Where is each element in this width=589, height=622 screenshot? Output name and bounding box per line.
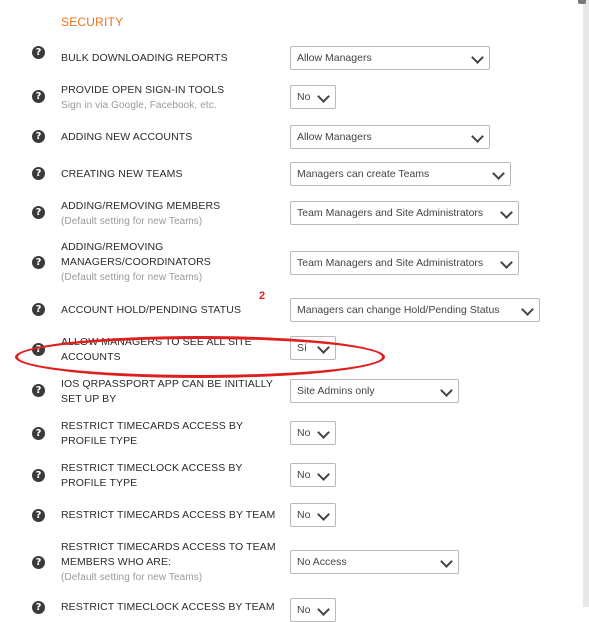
open-sign-in-select[interactable]: No [290,85,336,109]
help-icon[interactable]: ? [32,343,45,356]
ios-setup-select[interactable]: Site Admins only [290,379,459,403]
setting-sublabel: (Default setting for new Teams) [61,216,203,227]
help-icon[interactable]: ? [32,556,45,569]
help-icon[interactable]: ? [32,46,45,59]
see-all-accounts-select[interactable]: Sí [290,336,336,360]
help-icon[interactable]: ? [32,130,45,143]
hold-pending-select[interactable]: Managers can change Hold/Pending Status [290,298,540,322]
creating-teams-select[interactable]: Managers can create Teams [290,162,511,186]
chevron-down-icon [500,206,513,219]
help-icon[interactable]: ? [32,509,45,522]
setting-label: RESTRICT TIMECLOCK ACCESS BY PROFILE TYP… [61,462,243,489]
adding-accounts-select[interactable]: Allow Managers [290,125,490,149]
setting-label: RESTRICT TIMECARDS ACCESS TO TEAM MEMBER… [61,541,276,583]
setting-label: ALLOW MANAGERS TO SEE ALL SITE ACCOUNTS [61,336,252,363]
timeclock-profile-select[interactable]: No [290,463,336,487]
section-title: SECURITY [61,15,124,29]
annotation-number: 2 [259,290,266,302]
help-icon[interactable]: ? [32,384,45,397]
timecards-team-select[interactable]: No [290,503,336,527]
setting-label: ADDING/REMOVING MEMBERS (Default setting … [61,199,276,229]
help-icon[interactable]: ? [32,167,45,180]
chevron-down-icon [440,555,453,568]
help-icon[interactable]: ? [32,469,45,482]
chevron-down-icon [521,303,534,316]
setting-label: BULK DOWNLOADING REPORTS [61,52,228,64]
setting-sublabel: (Default setting for new Teams) [61,272,203,283]
setting-label: IOS QRPASSPORT APP CAN BE INITIALLY SET … [61,378,273,405]
help-icon[interactable]: ? [32,601,45,614]
chevron-down-icon [317,341,330,354]
scrollbar-thumb[interactable] [578,0,586,4]
setting-label: ADDING NEW ACCOUNTS [61,131,193,143]
setting-label: ADDING/REMOVING MANAGERS/COORDINATORS (De… [61,240,231,285]
chevron-down-icon [471,51,484,64]
bulk-downloading-select[interactable]: Allow Managers [290,46,490,70]
timecards-profile-select[interactable]: No [290,421,336,445]
chevron-down-icon [317,468,330,481]
chevron-down-icon [317,90,330,103]
help-icon[interactable]: ? [32,256,45,269]
help-icon[interactable]: ? [32,90,45,103]
setting-label: RESTRICT TIMECARDS ACCESS BY PROFILE TYP… [61,420,243,447]
timecards-members-select[interactable]: No Access [290,550,459,574]
chevron-down-icon [492,167,505,180]
setting-label: CREATING NEW TEAMS [61,168,183,180]
setting-label: RESTRICT TIMECARDS ACCESS BY TEAM [61,509,276,521]
adding-managers-select[interactable]: Team Managers and Site Administrators [290,251,519,275]
scrollbar-track[interactable] [583,0,589,607]
help-icon[interactable]: ? [32,303,45,316]
timeclock-team-select[interactable]: No [290,598,336,622]
chevron-down-icon [471,130,484,143]
chevron-down-icon [440,384,453,397]
chevron-down-icon [317,603,330,616]
setting-label: RESTRICT TIMECLOCK ACCESS BY TEAM [61,601,275,613]
setting-label: ACCOUNT HOLD/PENDING STATUS [61,304,242,316]
setting-sublabel: Sign in via Google, Facebook, etc. [61,100,217,111]
help-icon[interactable]: ? [32,206,45,219]
help-icon[interactable]: ? [32,427,45,440]
adding-members-select[interactable]: Team Managers and Site Administrators [290,201,519,225]
chevron-down-icon [500,256,513,269]
chevron-down-icon [317,426,330,439]
chevron-down-icon [317,508,330,521]
setting-sublabel: (Default setting for new Teams) [61,572,203,583]
setting-label: PROVIDE OPEN SIGN-IN TOOLS Sign in via Go… [61,83,276,113]
